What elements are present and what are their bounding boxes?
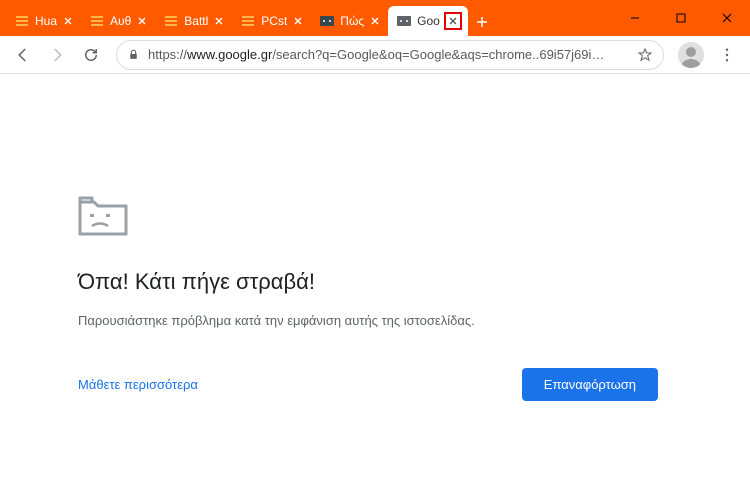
favicon-icon — [89, 13, 105, 29]
tab-label: Αυθ — [110, 14, 131, 28]
error-title: Όπα! Κάτι πήγε στραβά! — [78, 269, 750, 295]
toolbar: https://www.google.gr/search?q=Google&oq… — [0, 36, 750, 74]
title-bar: Hua Αυθ Battl PCst Πώς Goo — [0, 0, 750, 36]
menu-button[interactable] — [712, 40, 742, 70]
tab-label: Hua — [35, 14, 57, 28]
favicon-icon — [14, 13, 30, 29]
tab-close-button[interactable] — [135, 14, 149, 28]
tab-0[interactable]: Hua — [6, 6, 81, 36]
tab-strip: Hua Αυθ Battl PCst Πώς Goo — [6, 6, 496, 36]
tab-close-button[interactable] — [291, 14, 305, 28]
tab-5-active[interactable]: Goo — [388, 6, 468, 36]
learn-more-link[interactable]: Μάθετε περισσότερα — [78, 377, 198, 392]
window-controls — [612, 0, 750, 36]
new-tab-button[interactable] — [468, 8, 496, 36]
favicon-icon — [163, 13, 179, 29]
bookmark-star-icon[interactable] — [637, 47, 653, 63]
tab-close-button[interactable] — [61, 14, 75, 28]
reload-page-button[interactable]: Επαναφόρτωση — [522, 368, 658, 401]
back-button[interactable] — [8, 40, 38, 70]
lock-icon — [127, 48, 140, 61]
forward-button[interactable] — [42, 40, 72, 70]
favicon-icon — [319, 13, 335, 29]
window-close-button[interactable] — [704, 0, 750, 36]
tab-3[interactable]: PCst — [232, 6, 311, 36]
url-host: www.google.gr — [187, 47, 272, 62]
tab-close-button[interactable] — [368, 14, 382, 28]
tab-label: Battl — [184, 14, 208, 28]
tab-label: Πώς — [340, 14, 364, 28]
tab-close-button[interactable] — [212, 14, 226, 28]
address-bar[interactable]: https://www.google.gr/search?q=Google&oq… — [116, 40, 664, 70]
tab-label: PCst — [261, 14, 287, 28]
tab-close-button[interactable] — [444, 12, 462, 30]
url-path: /search?q=Google&oq=Google&aqs=chrome..6… — [272, 47, 604, 62]
favicon-icon — [240, 13, 256, 29]
url-scheme: https:// — [148, 47, 187, 62]
tab-4[interactable]: Πώς — [311, 6, 388, 36]
error-page: Όπα! Κάτι πήγε στραβά! Παρουσιάστηκε πρό… — [0, 74, 750, 401]
tab-2[interactable]: Battl — [155, 6, 232, 36]
sad-folder-icon — [78, 194, 750, 243]
profile-avatar[interactable] — [678, 42, 704, 68]
minimize-button[interactable] — [612, 0, 658, 36]
tab-label: Goo — [417, 14, 440, 28]
error-actions: Μάθετε περισσότερα Επαναφόρτωση — [78, 368, 658, 401]
error-message: Παρουσιάστηκε πρόβλημα κατά την εμφάνιση… — [78, 313, 750, 328]
reload-button[interactable] — [76, 40, 106, 70]
url-text: https://www.google.gr/search?q=Google&oq… — [148, 47, 631, 62]
favicon-icon — [396, 13, 412, 29]
tab-1[interactable]: Αυθ — [81, 6, 155, 36]
maximize-button[interactable] — [658, 0, 704, 36]
